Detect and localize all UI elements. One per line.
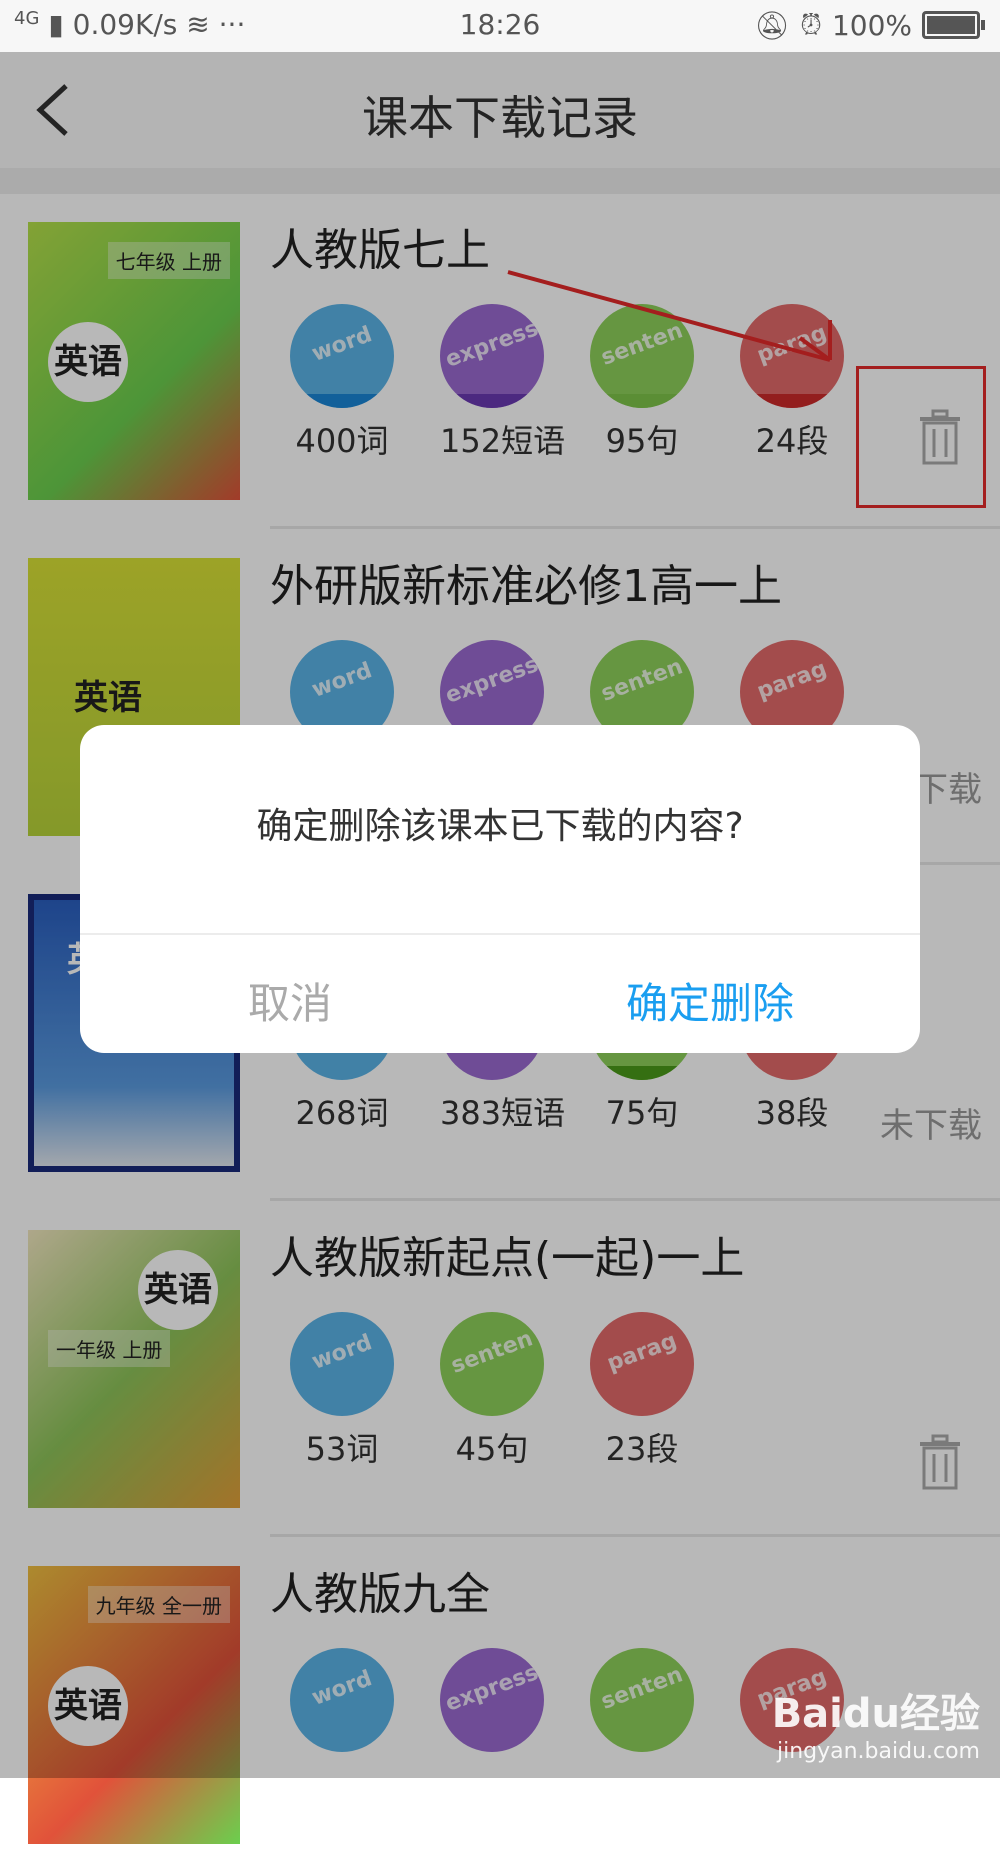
dialog-message: 确定删除该课本已下载的内容? <box>256 806 744 847</box>
status-bar: 4G ▮ 0.09K/s ≋ ··· 18:26 🔕︎ ⏰︎ 100% <box>0 0 1000 52</box>
mute-icon: 🔕︎ <box>754 8 791 42</box>
cancel-button[interactable]: 取消 <box>80 970 500 1031</box>
status-right: 🔕︎ ⏰︎ 100% <box>754 8 985 42</box>
confirm-dialog: 确定删除该课本已下载的内容? 取消 确定删除 <box>80 725 920 1053</box>
watermark-logo: Baidu经验 jingyan.baidu.com <box>772 1681 980 1764</box>
confirm-delete-button[interactable]: 确定删除 <box>500 970 920 1031</box>
watermark-line1: Baidu经验 <box>771 1691 980 1737</box>
watermark-line2: jingyan.baidu.com <box>776 1739 980 1764</box>
battery-percent: 100% <box>831 8 912 42</box>
dialog-divider <box>80 933 920 935</box>
alarm-icon: ⏰︎ <box>800 8 822 41</box>
battery-icon <box>922 11 985 39</box>
